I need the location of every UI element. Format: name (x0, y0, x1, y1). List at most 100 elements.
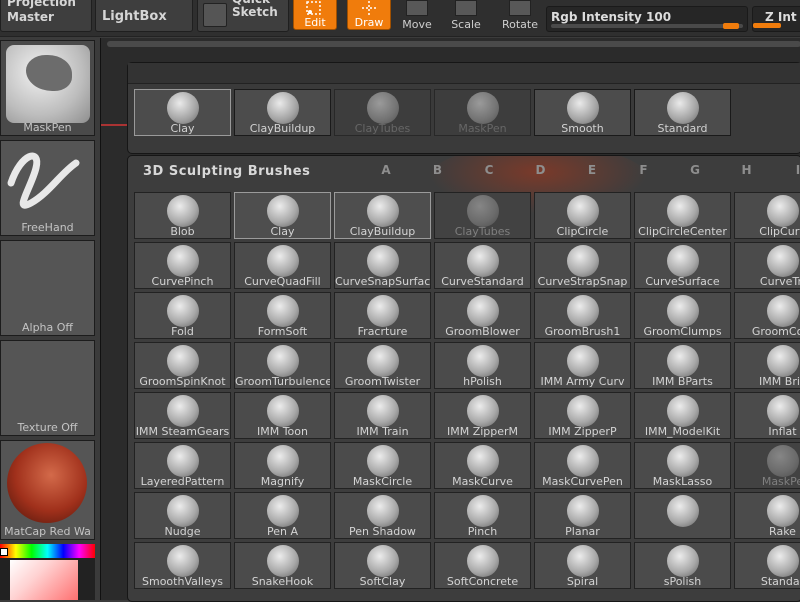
lightbox-button[interactable]: LightBox (95, 0, 193, 32)
brush-curvetri[interactable]: CurveTri (734, 242, 800, 289)
brush-pen-a[interactable]: Pen A (234, 492, 331, 539)
z-intensity-thumb[interactable] (753, 23, 781, 28)
texture-tile[interactable]: Texture Off (0, 340, 95, 436)
brush-softconcrete[interactable]: SoftConcrete (434, 542, 531, 589)
saturation-value-area[interactable] (10, 560, 78, 600)
brush-imm-modelkit[interactable]: IMM_ModelKit (634, 392, 731, 439)
brush-pen-shadow[interactable]: Pen Shadow (334, 492, 431, 539)
brush-empty[interactable] (634, 492, 731, 539)
brush-maskcircle[interactable]: MaskCircle (334, 442, 431, 489)
brush-groomturbulence[interactable]: GroomTurbulence (234, 342, 331, 389)
brush-curvesnapsurfac[interactable]: CurveSnapSurfac (334, 242, 431, 289)
texture-label: Texture Off (17, 421, 78, 434)
brush-curvestrapsnap[interactable]: CurveStrapSnap (534, 242, 631, 289)
recent-brush-clay[interactable]: Clay (134, 89, 231, 136)
z-intensity-slider[interactable]: Z Int (752, 6, 800, 32)
brush-clay[interactable]: Clay (234, 192, 331, 239)
brush-imm-army-curv[interactable]: IMM Army Curv (534, 342, 631, 389)
current-brush-tile[interactable]: MaskPen (0, 40, 95, 136)
brush-softclay[interactable]: SoftClay (334, 542, 431, 589)
hue-bar[interactable] (0, 544, 95, 558)
brush-standar[interactable]: Standar (734, 542, 800, 589)
filter-letter-a[interactable]: A (376, 163, 396, 177)
brush-curvestandard[interactable]: CurveStandard (434, 242, 531, 289)
brush-planar[interactable]: Planar (534, 492, 631, 539)
brush-claytubes[interactable]: ClayTubes (434, 192, 531, 239)
rgb-intensity-slider[interactable]: Rgb Intensity 100 (546, 6, 748, 32)
brush-imm-zipperm[interactable]: IMM ZipperM (434, 392, 531, 439)
rotate-button[interactable]: Rotate (498, 0, 542, 31)
filter-letter-i[interactable]: I (788, 163, 800, 177)
brush-maskpe[interactable]: MaskPe (734, 442, 800, 489)
draw-button[interactable]: Draw (347, 0, 391, 30)
brush-pinch[interactable]: Pinch (434, 492, 531, 539)
brush-smoothvalleys[interactable]: SmoothValleys (134, 542, 231, 589)
brush-groomclumps[interactable]: GroomClumps (634, 292, 731, 339)
color-marker[interactable] (0, 548, 8, 556)
brush-curvequadfill[interactable]: CurveQuadFill (234, 242, 331, 289)
brush-imm-zipperp[interactable]: IMM ZipperP (534, 392, 631, 439)
brush-hpolish[interactable]: hPolish (434, 342, 531, 389)
brush-curvesurface[interactable]: CurveSurface (634, 242, 731, 289)
rgb-intensity-thumb[interactable] (723, 23, 739, 29)
brush-nudge[interactable]: Nudge (134, 492, 231, 539)
curvesurface-brush-icon (666, 245, 699, 277)
brush-imm-bparts[interactable]: IMM BParts (634, 342, 731, 389)
brush-fracrture[interactable]: Fracrture (334, 292, 431, 339)
brush-spiral[interactable]: Spiral (534, 542, 631, 589)
brush-blob[interactable]: Blob (134, 192, 231, 239)
projection-master-button[interactable]: Projection Master (0, 0, 92, 32)
brush-groomblower[interactable]: GroomBlower (434, 292, 531, 339)
edit-button[interactable]: Edit (293, 0, 337, 30)
brush-claybuildup[interactable]: ClayBuildup (334, 192, 431, 239)
filter-letter-g[interactable]: G (685, 163, 705, 177)
filter-letter-b[interactable]: B (428, 163, 448, 177)
brush-spolish[interactable]: sPolish (634, 542, 731, 589)
nudge-brush-icon (166, 495, 199, 527)
brush-groomspinknot[interactable]: GroomSpinKnot (134, 342, 231, 389)
quick-sketch-button[interactable]: Quick Sketch (197, 0, 289, 32)
recent-brush-claybuildup[interactable]: ClayBuildup (234, 89, 331, 136)
scale-button[interactable]: Scale (444, 0, 488, 31)
brush-snakehook[interactable]: SnakeHook (234, 542, 331, 589)
recent-brush-maskpen[interactable]: MaskPen (434, 89, 531, 136)
brush-fold[interactable]: Fold (134, 292, 231, 339)
brush-formsoft[interactable]: FormSoft (234, 292, 331, 339)
groomturbulence-brush-icon (266, 345, 299, 377)
brush-curvepinch[interactable]: CurvePinch (134, 242, 231, 289)
color-picker[interactable] (0, 544, 95, 600)
brush-groomcolo[interactable]: GroomColo (734, 292, 800, 339)
brush-imm-toon[interactable]: IMM Toon (234, 392, 331, 439)
empty-brush-icon (666, 495, 699, 527)
projection-master-label: Projection Master (7, 0, 76, 24)
filter-letter-h[interactable]: H (737, 163, 757, 177)
filter-letter-c[interactable]: C (479, 163, 499, 177)
brush-groombrush1[interactable]: GroomBrush1 (534, 292, 631, 339)
brush-imm-bric[interactable]: IMM Bric (734, 342, 800, 389)
recent-brush-smooth[interactable]: Smooth (534, 89, 631, 136)
brush-label: Nudge (164, 525, 201, 538)
brush-clipcirclecenter[interactable]: ClipCircleCenter (634, 192, 731, 239)
material-tile[interactable]: MatCap Red Wa (0, 440, 95, 540)
recent-brush-claytubes[interactable]: ClayTubes (334, 89, 431, 136)
alpha-tile[interactable]: Alpha Off (0, 240, 95, 336)
claytubes-brush-icon (466, 195, 499, 227)
brush-magnify[interactable]: Magnify (234, 442, 331, 489)
filter-letter-d[interactable]: D (531, 163, 551, 177)
stroke-tile[interactable]: FreeHand (0, 140, 95, 236)
filter-letter-e[interactable]: E (582, 163, 602, 177)
brush-clipcircle[interactable]: ClipCircle (534, 192, 631, 239)
brush-imm-train[interactable]: IMM Train (334, 392, 431, 439)
filter-letter-f[interactable]: F (634, 163, 654, 177)
brush-maskcurve[interactable]: MaskCurve (434, 442, 531, 489)
brush-groomtwister[interactable]: GroomTwister (334, 342, 431, 389)
brush-layeredpattern[interactable]: LayeredPattern (134, 442, 231, 489)
move-button[interactable]: Move (395, 0, 439, 31)
recent-brush-standard[interactable]: Standard (634, 89, 731, 136)
brush-inflat[interactable]: Inflat (734, 392, 800, 439)
brush-clipcurv[interactable]: ClipCurv (734, 192, 800, 239)
brush-rake[interactable]: Rake (734, 492, 800, 539)
brush-maskcurvepen[interactable]: MaskCurvePen (534, 442, 631, 489)
brush-masklasso[interactable]: MaskLasso (634, 442, 731, 489)
brush-imm-steamgears[interactable]: IMM SteamGears (134, 392, 231, 439)
